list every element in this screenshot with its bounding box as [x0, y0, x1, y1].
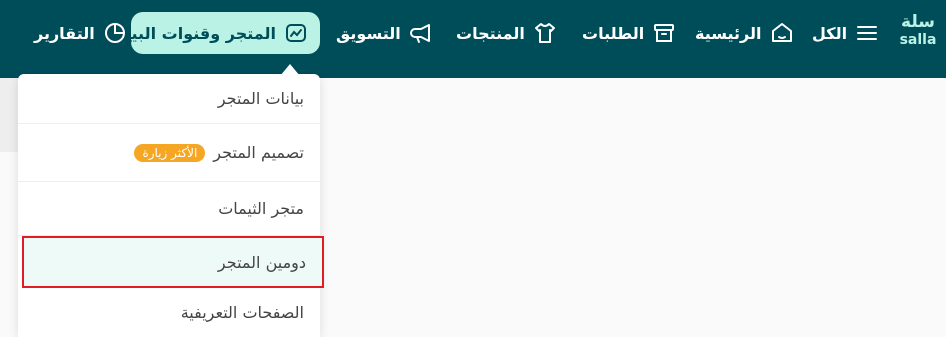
archive-box-icon: [654, 24, 675, 42]
nav-home[interactable]: الرئيسية: [695, 12, 794, 54]
dropdown-item-store-data[interactable]: بيانات المتجر: [18, 74, 320, 124]
dropdown-item-label: تصميم المتجر: [213, 143, 304, 162]
store-dropdown-menu: بيانات المتجر تصميم المتجر الأكثر زيارة …: [18, 74, 324, 337]
dropdown-item-label: الصفحات التعريفية: [180, 302, 304, 322]
nav-all[interactable]: الكل: [812, 12, 879, 54]
nav-orders-label: الطلبات: [582, 23, 645, 43]
dropdown-item-label: متجر الثيمات: [218, 199, 304, 218]
nav-orders[interactable]: الطلبات: [582, 12, 676, 54]
dropdown-item-label: بيانات المتجر: [217, 89, 304, 108]
store-icon: [286, 24, 306, 42]
most-visited-badge: الأكثر زيارة: [134, 143, 206, 162]
pie-chart-icon: [104, 23, 125, 43]
nav-products[interactable]: المنتجات: [456, 12, 557, 54]
dropdown-item-info-pages[interactable]: الصفحات التعريفية: [18, 288, 320, 336]
nav-reports[interactable]: التقارير: [34, 12, 127, 54]
dropdown-item-store-design[interactable]: تصميم المتجر الأكثر زيارة: [18, 124, 320, 182]
logo-arabic-text: سلة: [901, 12, 935, 32]
logo-latin-text: salla: [899, 32, 937, 48]
nav-products-label: المنتجات: [456, 23, 525, 43]
dropdown-caret: [280, 64, 300, 76]
nav-reports-label: التقارير: [34, 23, 95, 43]
megaphone-icon: [409, 24, 430, 43]
salla-logo[interactable]: سلة salla: [898, 14, 938, 54]
dropdown-item-label: دومين المتجر: [217, 252, 306, 272]
nav-store-and-channels[interactable]: المتجر وقنوات البيع: [121, 12, 320, 54]
nav-home-label: الرئيسية: [695, 23, 762, 43]
nav-all-label: الكل: [812, 23, 848, 43]
menu-icon: [857, 26, 878, 40]
content-panel-edge: [0, 78, 20, 152]
nav-marketing[interactable]: التسويق: [336, 12, 433, 54]
home-icon: [771, 23, 792, 42]
dropdown-item-store-domain[interactable]: دومين المتجر: [22, 236, 324, 288]
tshirt-icon: [534, 23, 555, 43]
top-navigation-bar: سلة salla الكل الرئيسية الطلبات المنتجات…: [0, 0, 946, 78]
dropdown-item-themes-store[interactable]: متجر الثيمات: [18, 182, 320, 236]
nav-marketing-label: التسويق: [336, 23, 401, 43]
nav-store-label: المتجر وقنوات البيع: [120, 23, 276, 43]
